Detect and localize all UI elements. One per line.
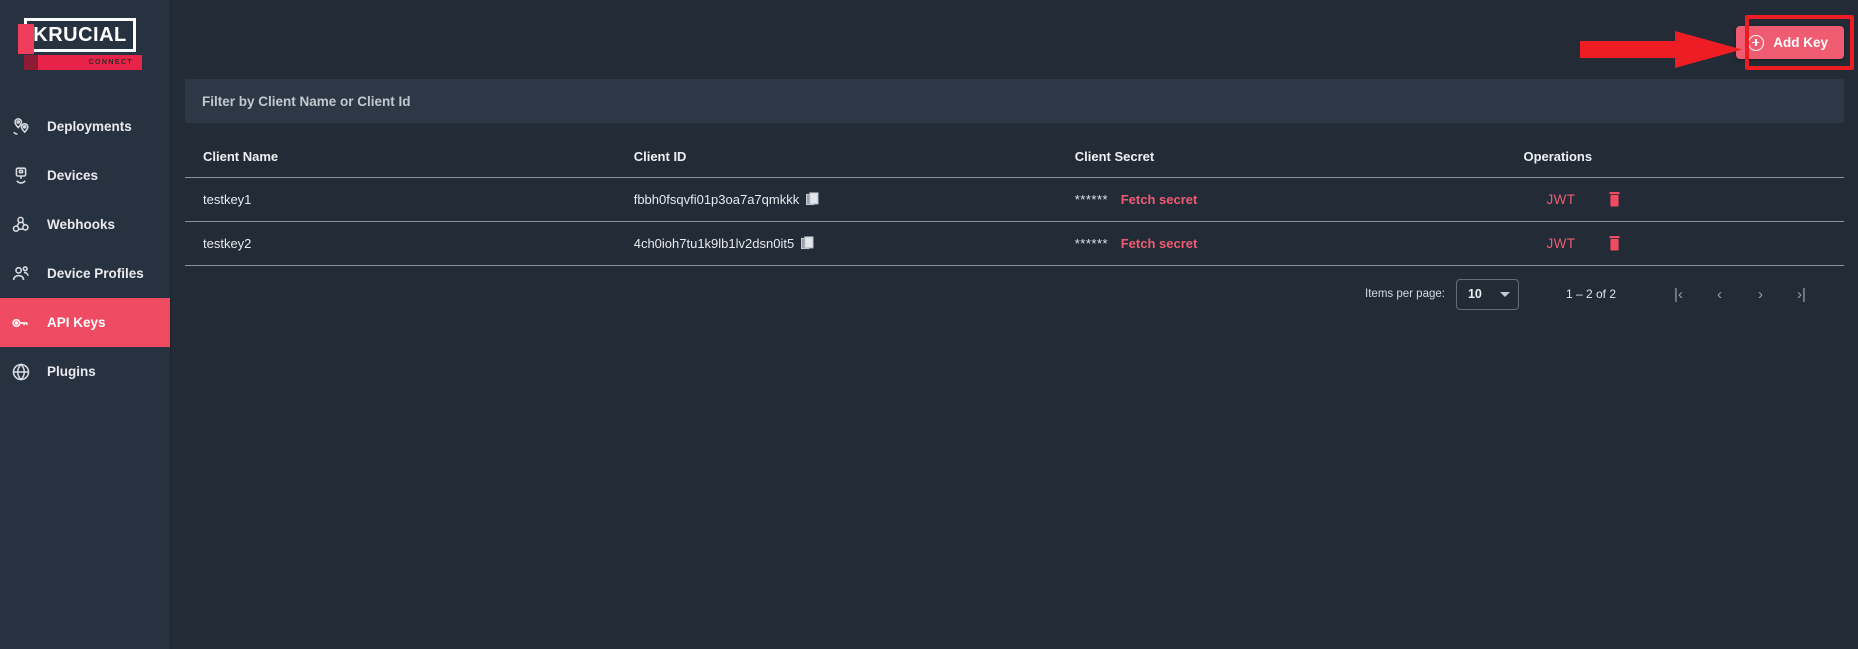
brand-logo-box: KRUCIAL [18,18,136,54]
sidebar-item-label: API Keys [47,315,106,330]
location-pins-icon [8,114,34,140]
items-per-page-label: Items per page: [1365,288,1445,300]
delete-key-button[interactable] [1608,236,1621,251]
brand-name: KRUCIAL [33,24,127,46]
sidebar-item-label: Device Profiles [47,266,144,281]
users-icon [8,261,34,287]
sidebar: KRUCIAL CONNECT Deployments Devices Webh… [0,0,171,649]
delete-key-button[interactable] [1608,192,1621,207]
client-id-value: fbbh0fsqvfi01p3oa7a7qmkkk [633,192,800,207]
cell-client-name: testkey2 [185,221,634,266]
secret-mask: ****** [1074,236,1109,251]
fetch-secret-button[interactable]: Fetch secret [1121,236,1198,251]
webhook-icon [8,212,34,238]
client-id-value: 4ch0ioh7tu1k9lb1lv2dsn0it5 [633,236,795,251]
previous-page-button[interactable]: ‹ [1699,276,1740,312]
column-header-client-secret: Client Secret [1074,137,1524,178]
sidebar-item-webhooks[interactable]: Webhooks [0,200,170,249]
table-row: testkey2 4ch0ioh7tu1k9lb1lv2dsn0it5 ****… [185,221,1844,266]
sidebar-item-api-keys[interactable]: API Keys [0,298,170,347]
search-input[interactable] [202,93,622,109]
chevron-down-icon [1499,291,1510,297]
sidebar-item-devices[interactable]: Devices [0,151,170,200]
device-icon [8,163,34,189]
cell-client-secret: ****** Fetch secret [1074,221,1524,266]
brand-logo: KRUCIAL CONNECT [0,0,170,96]
next-page-button[interactable]: › [1740,276,1781,312]
sidebar-nav: Deployments Devices Webhooks Device Prof… [0,102,170,396]
fetch-secret-button[interactable]: Fetch secret [1121,192,1198,207]
sidebar-item-label: Plugins [47,364,96,379]
plus-circle-icon [1748,34,1765,51]
main-content: Add Key Client Name Client ID Client Sec… [171,0,1858,649]
add-key-button-label: Add Key [1773,35,1828,50]
cell-client-name: testkey1 [185,177,634,222]
items-per-page-select[interactable]: 10 [1455,278,1519,310]
sidebar-item-label: Webhooks [47,217,116,232]
key-icon [8,310,34,336]
api-keys-table: Client Name Client ID Client Secret Oper… [185,137,1844,322]
table-body: testkey1 fbbh0fsqvfi01p3oa7a7qmkkk *****… [185,177,1844,266]
app-root: KRUCIAL CONNECT Deployments Devices Webh… [0,0,1858,649]
trash-icon [1609,236,1620,251]
top-toolbar: Add Key [171,0,1858,79]
sidebar-item-plugins[interactable]: Plugins [0,347,170,396]
paginator: Items per page: 10 1 – 2 of 2 |‹ ‹ › ›| [185,266,1844,322]
first-page-button[interactable]: |‹ [1658,276,1699,312]
sidebar-item-label: Deployments [47,119,132,134]
items-per-page-value: 10 [1467,287,1482,301]
filter-bar [185,79,1844,123]
brand-subtitle: CONNECT [88,59,133,66]
sidebar-item-device-profiles[interactable]: Device Profiles [0,249,170,298]
copy-icon[interactable] [801,236,814,251]
globe-icon [8,359,34,385]
copy-icon[interactable] [806,192,819,207]
add-key-button[interactable]: Add Key [1736,26,1844,59]
brand-subbar: CONNECT [24,55,142,70]
sidebar-item-label: Devices [47,168,99,183]
trash-icon [1609,192,1620,207]
table-row: testkey1 fbbh0fsqvfi01p3oa7a7qmkkk *****… [185,177,1844,222]
cell-client-id: 4ch0ioh7tu1k9lb1lv2dsn0it5 [633,221,1075,266]
red-pointer-arrow [1580,31,1742,68]
cell-client-secret: ****** Fetch secret [1074,177,1524,222]
page-range-label: 1 – 2 of 2 [1565,287,1616,301]
table-header-row: Client Name Client ID Client Secret Oper… [185,137,1844,178]
last-page-button[interactable]: ›| [1781,276,1822,312]
cell-operations: JWT [1523,177,1844,222]
cell-operations: JWT [1523,221,1844,266]
jwt-button[interactable]: JWT [1546,192,1575,207]
column-header-client-id: Client ID [633,137,1075,178]
sidebar-item-deployments[interactable]: Deployments [0,102,170,151]
secret-mask: ****** [1074,192,1109,207]
column-header-operations: Operations [1523,137,1844,178]
column-header-client-name: Client Name [185,137,634,178]
jwt-button[interactable]: JWT [1546,236,1575,251]
table-header: Client Name Client ID Client Secret Oper… [185,137,1844,178]
cell-client-id: fbbh0fsqvfi01p3oa7a7qmkkk [633,177,1075,222]
